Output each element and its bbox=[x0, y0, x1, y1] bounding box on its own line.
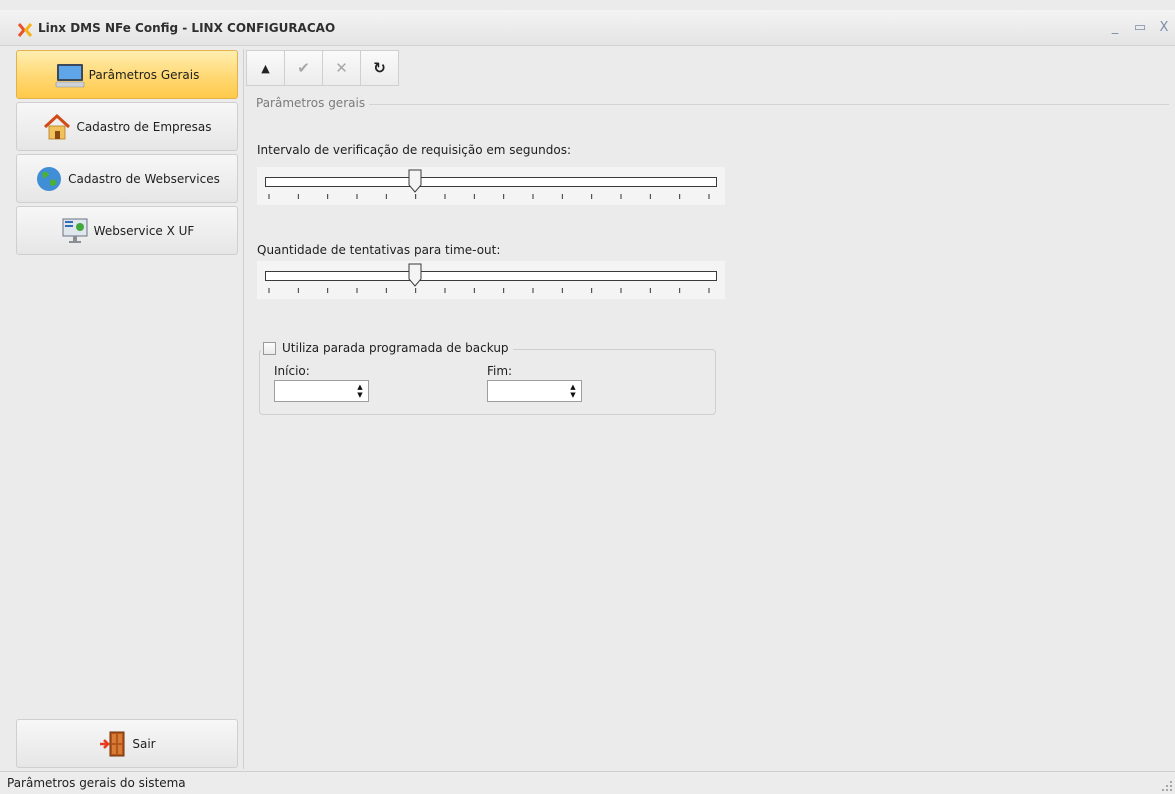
sidebar-item-webservice-x-uf[interactable]: Webservice X UF bbox=[16, 206, 238, 255]
timeout-slider[interactable] bbox=[257, 261, 725, 299]
start-label: Início: bbox=[274, 364, 310, 378]
slider-ticks bbox=[268, 194, 710, 199]
start-time-spinner[interactable]: ▲ ▼ bbox=[353, 382, 367, 400]
spin-up-icon[interactable]: ▲ bbox=[357, 383, 362, 391]
main-panel: ▲ ✔ ✕ ↻ Parâmetros gerais Intervalo de v… bbox=[243, 49, 1175, 769]
move-up-button[interactable]: ▲ bbox=[246, 50, 285, 86]
slider-ticks bbox=[268, 288, 710, 293]
spin-down-icon[interactable]: ▼ bbox=[570, 391, 575, 399]
interval-label: Intervalo de verificação de requisição e… bbox=[257, 143, 572, 157]
refresh-icon: ↻ bbox=[373, 59, 386, 77]
window-title: Linx DMS NFe Config - LINX CONFIGURACAO bbox=[38, 21, 336, 35]
interval-slider[interactable] bbox=[257, 167, 725, 205]
backup-checkbox[interactable] bbox=[263, 341, 276, 355]
slider-track bbox=[265, 271, 717, 281]
group-divider bbox=[363, 104, 1169, 105]
spin-up-icon[interactable]: ▲ bbox=[570, 383, 575, 391]
monitor-icon bbox=[60, 216, 90, 246]
computer-icon bbox=[55, 60, 85, 90]
sidebar-item-cadastro-webservices[interactable]: Cadastro de Webservices bbox=[16, 154, 238, 203]
sidebar-item-parametros-gerais[interactable]: Parâmetros Gerais bbox=[16, 50, 238, 99]
sidebar-item-label: Cadastro de Empresas bbox=[76, 119, 212, 134]
up-arrow-icon: ▲ bbox=[261, 61, 270, 75]
resize-grip-icon[interactable] bbox=[1159, 778, 1173, 792]
exit-door-icon bbox=[98, 729, 128, 759]
globe-icon bbox=[34, 164, 64, 194]
sidebar: Parâmetros Gerais Cadastro de Empresas C… bbox=[15, 49, 240, 769]
minimize-button[interactable]: _ bbox=[1107, 20, 1123, 36]
exit-label: Sair bbox=[132, 736, 156, 751]
end-label: Fim: bbox=[487, 364, 513, 378]
linx-logo-icon bbox=[17, 22, 33, 38]
maximize-button[interactable]: ▭ bbox=[1132, 20, 1148, 36]
sidebar-item-label: Cadastro de Webservices bbox=[68, 171, 220, 186]
close-button[interactable]: X bbox=[1156, 20, 1172, 36]
slider-track bbox=[265, 177, 717, 187]
house-icon bbox=[42, 112, 72, 142]
timeout-label: Quantidade de tentativas para time-out: bbox=[257, 243, 501, 257]
exit-button[interactable]: Sair bbox=[16, 719, 238, 768]
end-time-spinner[interactable]: ▲ ▼ bbox=[566, 382, 580, 400]
slider-thumb[interactable] bbox=[408, 263, 422, 287]
slider-thumb[interactable] bbox=[408, 169, 422, 193]
title-bar: Linx DMS NFe Config - LINX CONFIGURACAO … bbox=[0, 10, 1175, 46]
status-text: Parâmetros gerais do sistema bbox=[7, 776, 186, 790]
sidebar-item-label: Parâmetros Gerais bbox=[88, 67, 200, 82]
cancel-x-icon: ✕ bbox=[335, 59, 348, 77]
confirm-check-icon: ✔ bbox=[297, 59, 310, 77]
confirm-button[interactable]: ✔ bbox=[284, 50, 323, 86]
status-bar: Parâmetros gerais do sistema bbox=[0, 771, 1175, 794]
spin-down-icon[interactable]: ▼ bbox=[357, 391, 362, 399]
backup-checkbox-label[interactable]: Utiliza parada programada de backup bbox=[282, 341, 509, 355]
cancel-button[interactable]: ✕ bbox=[322, 50, 361, 86]
refresh-button[interactable]: ↻ bbox=[360, 50, 399, 86]
backup-legend: Utiliza parada programada de backup bbox=[261, 341, 513, 355]
toolbar: ▲ ✔ ✕ ↻ bbox=[246, 50, 399, 86]
start-time-input[interactable]: ▲ ▼ bbox=[274, 380, 369, 402]
sidebar-item-label: Webservice X UF bbox=[93, 223, 195, 238]
sidebar-item-cadastro-empresas[interactable]: Cadastro de Empresas bbox=[16, 102, 238, 151]
group-title: Parâmetros gerais bbox=[256, 96, 370, 110]
application-window: Linx DMS NFe Config - LINX CONFIGURACAO … bbox=[0, 0, 1175, 794]
end-time-input[interactable]: ▲ ▼ bbox=[487, 380, 582, 402]
